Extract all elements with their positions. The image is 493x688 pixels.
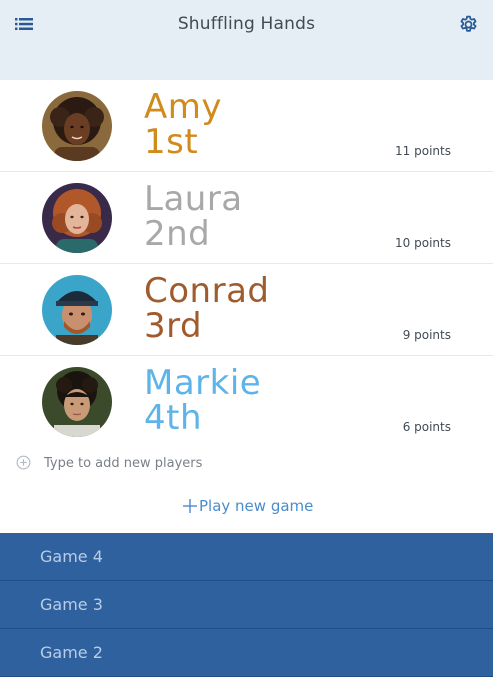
- player-name: Markie: [144, 363, 262, 403]
- game-label: Game 4: [40, 547, 103, 566]
- add-player-input[interactable]: [44, 452, 344, 474]
- plus-circle-icon[interactable]: [16, 455, 31, 470]
- game-item[interactable]: Game 2: [0, 629, 493, 677]
- avatar: [42, 367, 112, 437]
- app-header: Shuffling Hands: [0, 0, 493, 80]
- avatar-laura-icon: [42, 183, 112, 253]
- games-list: Game 4 Game 3 Game 2: [0, 533, 493, 677]
- player-row[interactable]: Conrad 3rd 9 points: [0, 264, 493, 356]
- page-title: Shuffling Hands: [177, 14, 316, 34]
- avatar: [42, 91, 112, 161]
- player-rank: 3rd: [144, 306, 203, 346]
- avatar-amy-icon: [42, 91, 112, 161]
- player-row[interactable]: Amy 1st 11 points: [0, 80, 493, 172]
- player-name: Conrad: [144, 271, 270, 311]
- settings-button[interactable]: [458, 14, 479, 35]
- player-name: Amy: [144, 87, 222, 127]
- player-points: 9 points: [402, 328, 451, 342]
- game-item[interactable]: Game 3: [0, 581, 493, 629]
- avatar: [42, 275, 112, 345]
- player-points: 11 points: [395, 144, 451, 158]
- gear-icon: [460, 15, 477, 32]
- avatar-conrad-icon: [42, 275, 112, 345]
- avatar: [42, 183, 112, 253]
- play-new-game-button[interactable]: Play new game: [182, 495, 313, 517]
- player-rank: 4th: [144, 398, 203, 438]
- player-rank: 2nd: [144, 214, 211, 254]
- add-player-row: [16, 452, 476, 474]
- plus-icon: [183, 499, 197, 513]
- player-row[interactable]: Laura 2nd 10 points: [0, 172, 493, 264]
- play-new-game-label: Play new game: [199, 497, 314, 515]
- player-points: 6 points: [402, 420, 451, 434]
- game-label: Game 2: [40, 643, 103, 662]
- avatar-markie-icon: [42, 367, 112, 437]
- player-row[interactable]: Markie 4th 6 points: [0, 356, 493, 448]
- game-item[interactable]: Game 4: [0, 533, 493, 581]
- player-points: 10 points: [395, 236, 451, 250]
- player-name: Laura: [144, 179, 243, 219]
- player-list: Amy 1st 11 points Laura 2nd 10 points Co…: [0, 80, 493, 448]
- game-label: Game 3: [40, 595, 103, 614]
- player-rank: 1st: [144, 122, 199, 162]
